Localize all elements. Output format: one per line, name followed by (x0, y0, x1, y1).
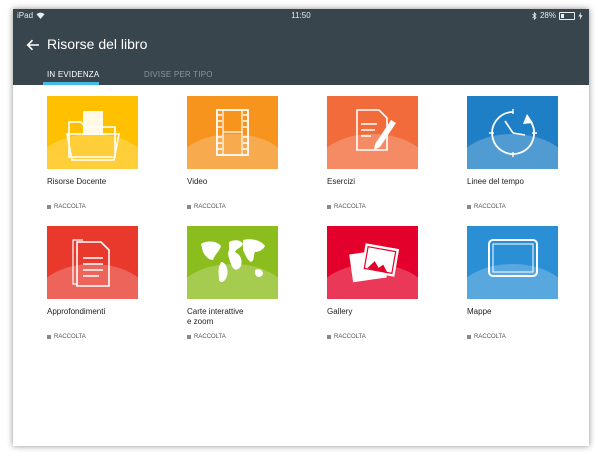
resource-card[interactable]: Linee del tempo (467, 96, 558, 187)
photos-icon (349, 243, 400, 283)
resource-card[interactable]: Video (187, 96, 278, 187)
resource-tile[interactable] (327, 96, 418, 169)
back-arrow-icon[interactable] (25, 37, 41, 53)
resource-meta: RACCOLTA (327, 334, 366, 340)
resource-title: Linee del tempo (467, 177, 524, 186)
collection-icon (327, 205, 331, 209)
resource-card[interactable]: Approfondimenti (47, 226, 138, 317)
resource-meta-label: RACCOLTA (474, 204, 506, 210)
resource-card[interactable]: Carte interattive e zoom (187, 226, 278, 327)
clock-arrow-icon (489, 109, 537, 157)
active-tab-indicator (43, 82, 99, 85)
resource-title: Gallery (327, 307, 353, 316)
resource-meta: RACCOLTA (187, 204, 226, 210)
resource-tile[interactable] (187, 96, 278, 169)
collection-icon (187, 205, 191, 209)
battery-percent: 28% (539, 11, 556, 20)
resource-meta-label: RACCOLTA (194, 334, 226, 340)
resource-meta-label: RACCOLTA (54, 334, 86, 340)
resource-tile[interactable] (47, 96, 138, 169)
resource-meta-label: RACCOLTA (334, 204, 366, 210)
resource-title: Video (187, 177, 208, 186)
app-window: iPad 11:50 28% Risorse del libro IN EVID… (13, 9, 589, 446)
resource-meta: RACCOLTA (467, 204, 506, 210)
resource-title: Approfondimenti (47, 307, 106, 316)
resource-tile[interactable] (187, 226, 278, 299)
resource-tile[interactable] (467, 226, 558, 299)
page-title: Risorse del libro (47, 36, 148, 52)
status-bar: iPad 11:50 28% (13, 9, 589, 23)
status-time: 11:50 (291, 11, 311, 20)
header-bar: iPad 11:50 28% Risorse del libro IN EVID… (13, 9, 589, 85)
film-icon (216, 109, 249, 156)
resource-tile[interactable] (47, 226, 138, 299)
tab-divise-per-tipo[interactable]: DIVISE PER TIPO (144, 70, 213, 79)
charging-icon (578, 11, 583, 20)
document-icon (72, 239, 110, 287)
collection-icon (467, 335, 471, 339)
bluetooth-icon (532, 11, 537, 20)
resource-meta: RACCOLTA (467, 334, 506, 340)
resource-title: Esercizi (327, 177, 356, 186)
resource-meta: RACCOLTA (47, 334, 86, 340)
pencil-note-icon (356, 109, 396, 151)
folder-icon (66, 111, 120, 161)
resource-meta-label: RACCOLTA (194, 204, 226, 210)
resource-title: Risorse Docente (47, 177, 107, 186)
world-map-icon (201, 239, 265, 283)
resource-meta: RACCOLTA (47, 204, 86, 210)
resource-meta-label: RACCOLTA (54, 204, 86, 210)
collection-icon (47, 205, 51, 209)
resource-title: Carte interattive e zoom (187, 307, 244, 326)
resource-tile[interactable] (327, 226, 418, 299)
resource-meta: RACCOLTA (187, 334, 226, 340)
resource-card[interactable]: Gallery (327, 226, 418, 317)
collection-icon (47, 335, 51, 339)
resource-meta-label: RACCOLTA (474, 334, 506, 340)
collection-icon (327, 335, 331, 339)
resource-card[interactable]: Mappe (467, 226, 558, 317)
resource-card[interactable]: Esercizi (327, 96, 418, 187)
resource-title: Mappe (467, 307, 492, 316)
resource-meta: RACCOLTA (327, 204, 366, 210)
tablet-icon (488, 239, 538, 277)
resource-tile[interactable] (467, 96, 558, 169)
battery-icon (559, 11, 575, 20)
collection-icon (187, 335, 191, 339)
resource-meta-label: RACCOLTA (334, 334, 366, 340)
collection-icon (467, 205, 471, 209)
tab-in-evidenza[interactable]: IN EVIDENZA (47, 70, 99, 79)
resource-card[interactable]: Risorse Docente (47, 96, 138, 187)
